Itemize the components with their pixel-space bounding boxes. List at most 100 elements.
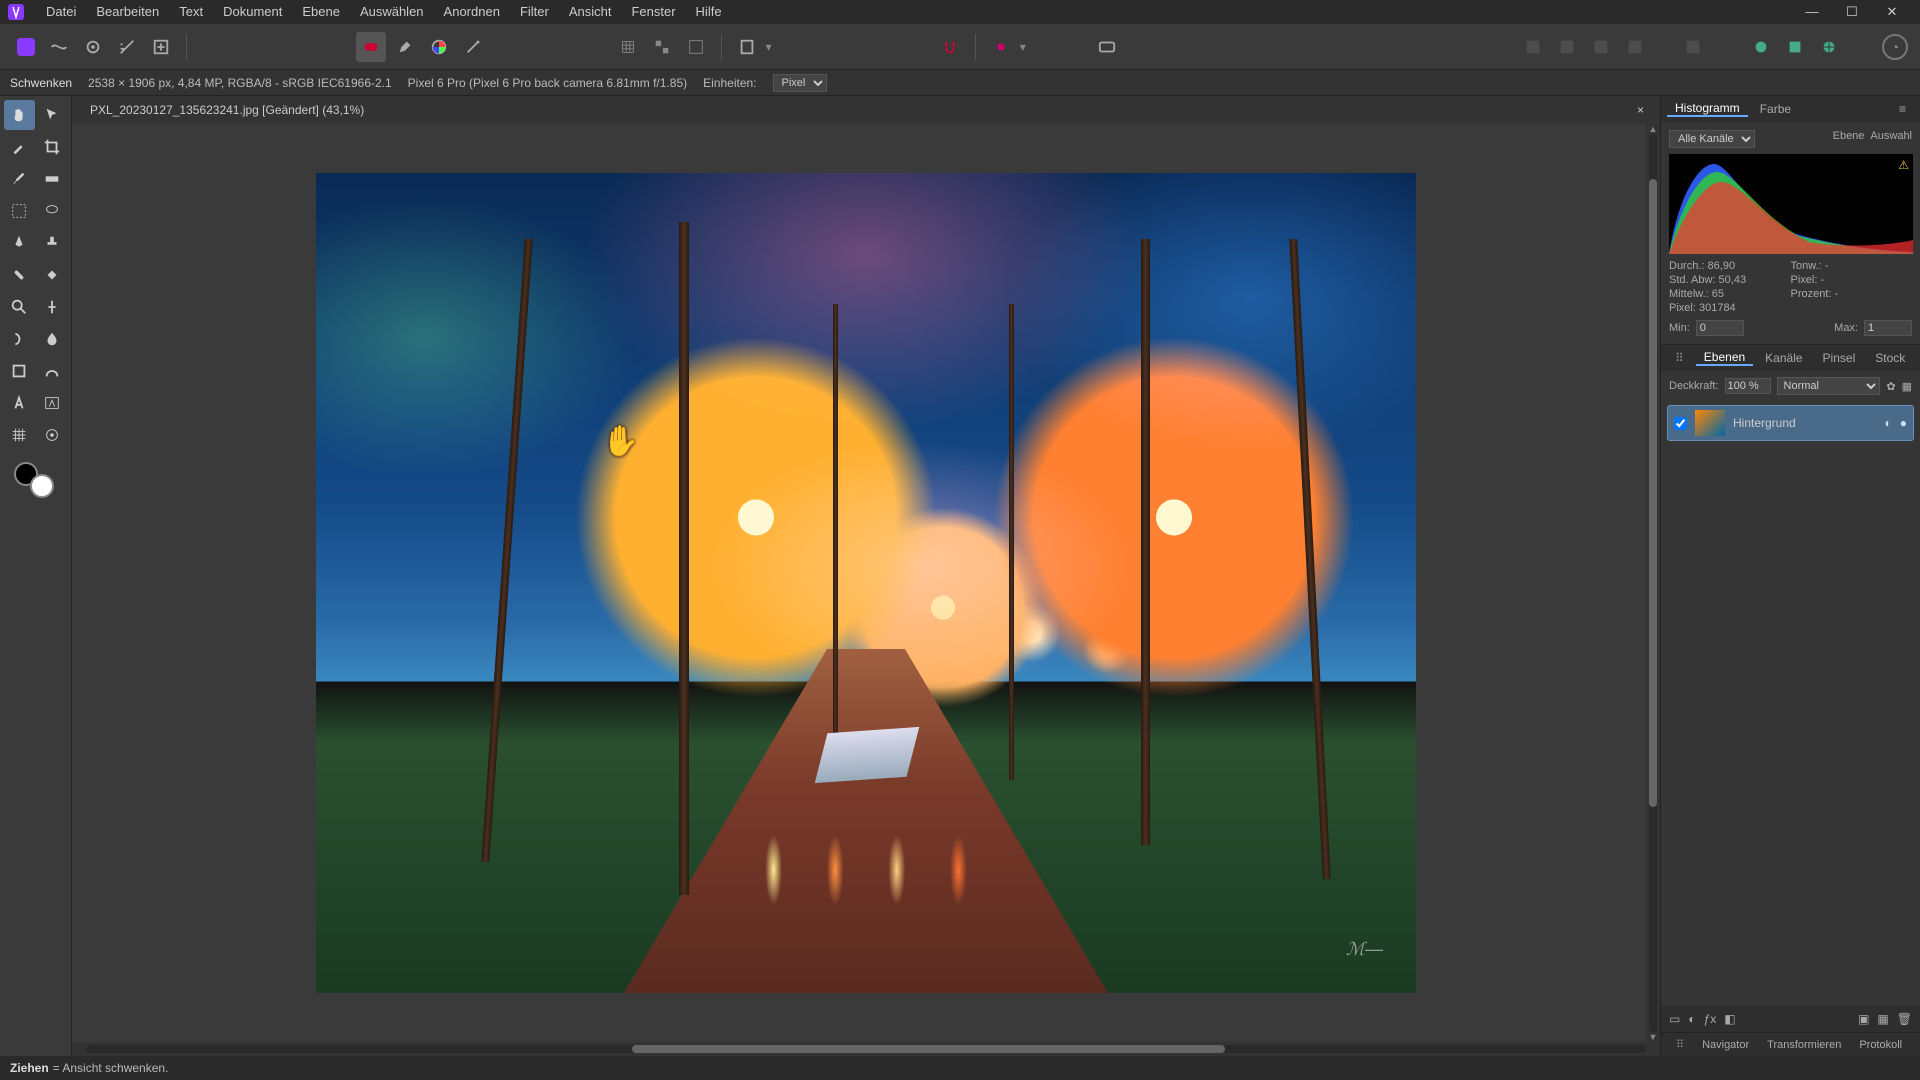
marquee-tool[interactable] — [4, 196, 35, 226]
blend-select[interactable]: Normal — [1777, 377, 1881, 395]
persona-develop-icon[interactable] — [78, 32, 108, 62]
add-layer-icon[interactable]: ▦ — [1877, 1012, 1888, 1026]
tab-close-button[interactable]: × — [1629, 103, 1652, 117]
mesh-tool[interactable] — [4, 420, 35, 450]
bottom-menu-icon[interactable]: ≡ — [1913, 1039, 1920, 1051]
tab-protokoll[interactable]: Protokoll — [1852, 1039, 1909, 1051]
fill-tool[interactable] — [37, 260, 68, 290]
preview-icon[interactable] — [1092, 32, 1122, 62]
auto-select-red-icon[interactable] — [356, 32, 386, 62]
delete-layer-icon[interactable]: 🗑 — [1897, 1012, 1912, 1026]
menu-datei[interactable]: Datei — [36, 0, 86, 24]
tab-farbe[interactable]: Farbe — [1752, 102, 1799, 116]
chevron-down-icon[interactable]: ▾ — [766, 40, 772, 54]
group-icon[interactable]: ▣ — [1858, 1012, 1869, 1026]
menu-anordnen[interactable]: Anordnen — [434, 0, 510, 24]
min-input[interactable] — [1696, 320, 1744, 336]
crop-tool[interactable] — [37, 132, 68, 162]
frame-text-tool[interactable] — [37, 388, 68, 418]
persona-tone-icon[interactable] — [112, 32, 142, 62]
panel-menu-icon[interactable]: ≡ — [1891, 102, 1914, 116]
align-icon[interactable] — [986, 32, 1016, 62]
doc-options-icon[interactable] — [732, 32, 762, 62]
heal-tool[interactable] — [4, 260, 35, 290]
share-icon[interactable] — [1814, 32, 1844, 62]
channel-select[interactable]: Alle Kanäle — [1669, 130, 1755, 148]
sync-icon[interactable] — [1746, 32, 1776, 62]
adjust-icon[interactable]: ◐ — [1688, 1012, 1695, 1026]
hand-tool[interactable] — [4, 100, 35, 130]
canvas-viewport[interactable]: ℳ— ✋ — [72, 124, 1660, 1042]
clip-icon[interactable]: ◧ — [1724, 1012, 1735, 1026]
tab-histogramm[interactable]: Histogramm — [1667, 101, 1748, 117]
gradient-tool[interactable] — [37, 164, 68, 194]
tab-ebenen[interactable]: Ebenen — [1696, 350, 1753, 366]
menu-auswaehlen[interactable]: Auswählen — [350, 0, 434, 24]
tab-stock[interactable]: Stock — [1867, 351, 1913, 365]
lasso-tool[interactable] — [37, 196, 68, 226]
magic-icon[interactable] — [458, 32, 488, 62]
tab-pinsel[interactable]: Pinsel — [1815, 351, 1864, 365]
lock-icon[interactable]: ▦ — [1902, 380, 1912, 393]
document-tab[interactable]: PXL_20230127_135623241.jpg [Geändert] (4… — [80, 96, 374, 124]
tab-transformieren[interactable]: Transformieren — [1760, 1039, 1848, 1051]
panel-drag-icon[interactable]: ⠿ — [1667, 351, 1692, 365]
image-canvas[interactable]: ℳ— — [316, 173, 1416, 993]
menu-fenster[interactable]: Fenster — [621, 0, 685, 24]
color-wheel-icon[interactable] — [424, 32, 454, 62]
menu-ebene[interactable]: Ebene — [292, 0, 350, 24]
toggle-auswahl[interactable]: Auswahl — [1870, 130, 1912, 142]
layer-name[interactable]: Hintergrund — [1733, 416, 1796, 430]
layer-row[interactable]: Hintergrund ◐ ● — [1667, 405, 1914, 441]
snap-icon[interactable] — [935, 32, 965, 62]
toggle-ebene[interactable]: Ebene — [1833, 130, 1865, 142]
chevron-down-icon-2[interactable]: ▾ — [1020, 40, 1026, 54]
minimize-button[interactable]: — — [1792, 0, 1832, 24]
layer-link-icon[interactable]: ◐ — [1885, 416, 1892, 430]
menu-ansicht[interactable]: Ansicht — [559, 0, 622, 24]
menu-bearbeiten[interactable]: Bearbeiten — [86, 0, 169, 24]
account-icon[interactable]: ◔ — [1882, 34, 1908, 60]
menu-hilfe[interactable]: Hilfe — [686, 0, 732, 24]
brush-tool[interactable] — [4, 164, 35, 194]
smudge-tool[interactable] — [4, 324, 35, 354]
persona-export-icon[interactable] — [146, 32, 176, 62]
tab-navigator[interactable]: Navigator — [1695, 1039, 1756, 1051]
edit-icon[interactable] — [390, 32, 420, 62]
color-picker-tool[interactable] — [4, 132, 35, 162]
vertical-scrollbar[interactable]: ▲▼ — [1646, 124, 1660, 1042]
opacity-input[interactable] — [1725, 378, 1771, 394]
fx-icon[interactable]: ƒx — [1704, 1012, 1717, 1026]
tab-kanaele[interactable]: Kanäle — [1757, 351, 1810, 365]
panel-drag-icon-2[interactable]: ⠿ — [1669, 1038, 1691, 1051]
units-select[interactable]: Pixel — [773, 74, 827, 92]
pen-tool[interactable] — [4, 228, 35, 258]
move-tool[interactable] — [37, 100, 68, 130]
color-swatch[interactable] — [4, 458, 67, 498]
menu-filter[interactable]: Filter — [510, 0, 559, 24]
text-tool[interactable] — [4, 388, 35, 418]
menu-text[interactable]: Text — [169, 0, 213, 24]
horizontal-scrollbar[interactable] — [72, 1042, 1660, 1056]
layer-visible-checkbox[interactable] — [1674, 417, 1687, 430]
layer-lock-small-icon[interactable]: ● — [1900, 416, 1907, 430]
grid2-icon[interactable] — [647, 32, 677, 62]
shape-tool[interactable] — [4, 356, 35, 386]
target-tool[interactable] — [37, 420, 68, 450]
cloud-icon[interactable] — [1780, 32, 1810, 62]
stamp-tool[interactable] — [37, 228, 68, 258]
persona-liquify-icon[interactable] — [44, 32, 74, 62]
mask-icon[interactable]: ▭ — [1669, 1012, 1680, 1026]
persona-photo-icon[interactable] — [12, 33, 40, 61]
blur-tool[interactable] — [37, 324, 68, 354]
grid3-icon[interactable] — [681, 32, 711, 62]
menu-dokument[interactable]: Dokument — [213, 0, 292, 24]
settings-icon[interactable]: ✿ — [1886, 380, 1895, 393]
vector-tool[interactable] — [37, 356, 68, 386]
close-window-button[interactable]: ✕ — [1872, 0, 1912, 24]
maximize-button[interactable]: ☐ — [1832, 0, 1872, 24]
burn-tool[interactable] — [37, 292, 68, 322]
zoom-tool[interactable] — [4, 292, 35, 322]
grid-icon[interactable] — [613, 32, 643, 62]
max-input[interactable] — [1864, 320, 1912, 336]
